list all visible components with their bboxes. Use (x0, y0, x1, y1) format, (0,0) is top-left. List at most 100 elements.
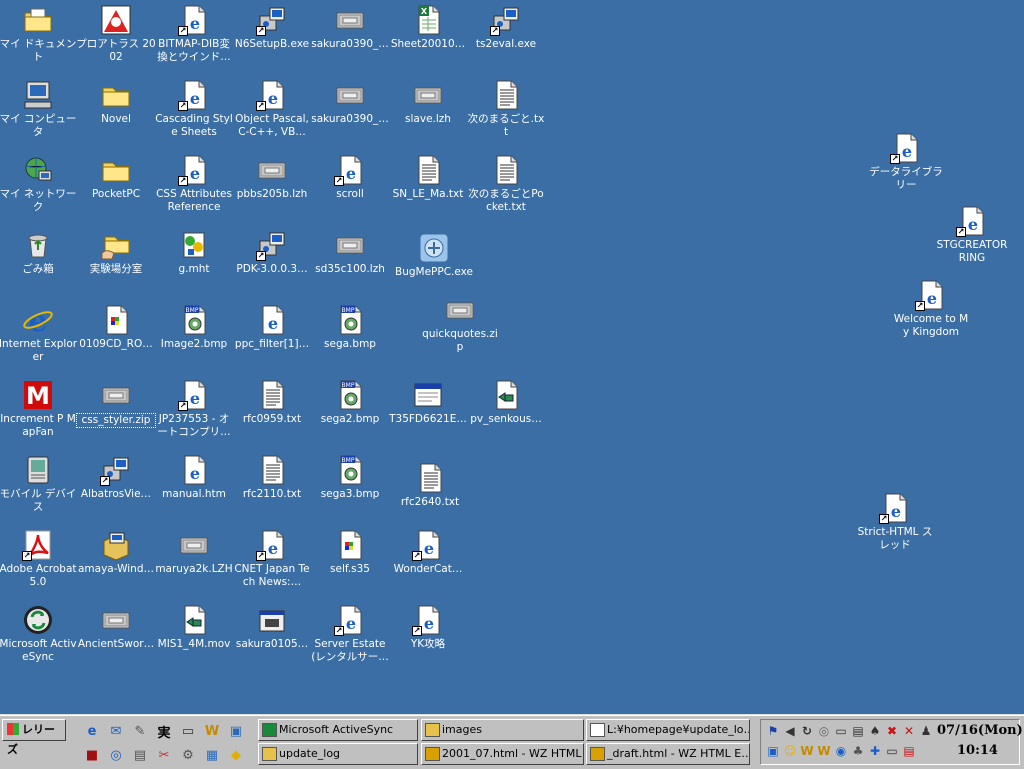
desktop-icon[interactable]: e ppc_filter[1]… (232, 302, 312, 351)
desktop-icon[interactable]: self.s35 (310, 527, 390, 576)
desktop-icon[interactable]: maruya2k.LZH (154, 527, 234, 576)
desktop-icon[interactable]: T35FD6621E… (388, 377, 468, 426)
image-tray-icon[interactable]: ▣ (765, 743, 781, 759)
start-button[interactable]: レリーズ (2, 719, 66, 756)
desktop-icon[interactable]: 次のまるごと.txt (466, 77, 546, 139)
taskbar-button[interactable]: update_log (258, 743, 418, 765)
book-icon[interactable]: ■ (83, 746, 101, 764)
desktop-icon[interactable]: ごみ箱 (0, 227, 78, 276)
taskbar-button[interactable]: _draft.html - WZ HTML E… (586, 743, 750, 765)
desktop-icon[interactable]: e Server Estate(レンタルサー… (310, 602, 390, 664)
desktop-icon[interactable]: e CSS Attributes Reference (154, 152, 234, 214)
desktop-icon[interactable]: PDK-3.0.0.3… (232, 227, 312, 276)
desktop-icon[interactable]: rfc2640.txt (390, 460, 470, 509)
close-x-icon[interactable]: ✖ (884, 723, 900, 739)
desktop-icon[interactable]: slave.lzh (388, 77, 468, 126)
taskbar-button[interactable]: L:¥homepage¥update_lo… (586, 719, 750, 741)
window-icon[interactable]: ▭ (179, 722, 197, 740)
desktop-icon[interactable]: モバイル デバイス (0, 452, 78, 514)
desktop-icon[interactable]: rfc0959.txt (232, 377, 312, 426)
desktop-icon[interactable]: e JP237553 - オートコンプリ… (154, 377, 234, 439)
desktop-icon[interactable]: SN_LE_Ma.txt (388, 152, 468, 201)
desktop-icon[interactable]: AncientSwor… (76, 602, 156, 651)
desktop-icon[interactable]: e Object Pascal, C-C++, VB… (232, 77, 312, 139)
network-tray-icon[interactable]: ↻ (799, 723, 815, 739)
desktop-icon[interactable]: マイ ドキュメント (0, 2, 78, 64)
wrench-icon[interactable]: ✕ (901, 723, 917, 739)
desktop-icon[interactable]: AlbatrosVie… (76, 452, 156, 501)
internet-explorer-icon[interactable]: e (83, 722, 101, 740)
hat-icon[interactable]: ♠ (867, 723, 883, 739)
settings-icon[interactable]: ⚙ (179, 746, 197, 764)
taskbar-button[interactable]: Microsoft ActiveSync (258, 719, 418, 741)
desktop-icon[interactable]: N6SetupB.exe (232, 2, 312, 51)
desktop-icon[interactable]: BMP sega.bmp (310, 302, 390, 351)
warning-icon[interactable]: ◆ (227, 746, 245, 764)
desktop-icon[interactable]: g.mht (154, 227, 234, 276)
desktop[interactable]: マイ ドキュメントプロアトラス 2002eBITMAP-DIB変換とウインド…N… (0, 0, 1024, 714)
desktop-icon[interactable]: MIS1_4M.mov (154, 602, 234, 651)
monitor-icon[interactable]: ▭ (833, 723, 849, 739)
window-tray-icon[interactable]: ▭ (884, 743, 900, 759)
wz-tray-icon[interactable]: W (799, 743, 815, 759)
desktop-icon[interactable]: BMP sega2.bmp (310, 377, 390, 426)
clock-time[interactable]: 10:14 (957, 743, 998, 758)
smiley-icon[interactable]: ☺ (782, 743, 798, 759)
kanji-tool-icon[interactable]: 実 (155, 722, 173, 741)
desktop-icon[interactable]: BugMePPC.exe (394, 230, 474, 279)
tray-flag-icon[interactable]: ⚑ (765, 723, 781, 739)
desktop-icon[interactable]: e Strict-HTML スレッド (855, 490, 935, 552)
outlook-icon[interactable]: ✉ (107, 722, 125, 740)
photo-icon[interactable]: ▦ (203, 746, 221, 764)
desktop-icon[interactable]: 0109CD_RO… (76, 302, 156, 351)
wz-tray-icon-2[interactable]: W (816, 743, 832, 759)
desktop-icon[interactable]: sakura0390_… (310, 77, 390, 126)
printer-error-icon[interactable]: ▤ (901, 743, 917, 759)
taskbar-button[interactable]: 2001_07.html - WZ HTML … (421, 743, 584, 765)
desktop-icon[interactable]: e manual.htm (154, 452, 234, 501)
desktop-icon[interactable]: e CNET Japan Tech News:… (232, 527, 312, 589)
disk-icon[interactable]: ◎ (816, 723, 832, 739)
desktop-icon[interactable]: e Cascading Style Sheets (154, 77, 234, 139)
desktop-icon[interactable]: e Welcome to My Kingdom (891, 277, 971, 339)
image-viewer-icon[interactable]: ▣ (227, 722, 245, 740)
notepad-icon[interactable]: ✎ (131, 722, 149, 740)
keyboard-icon[interactable]: ▤ (850, 723, 866, 739)
desktop-icon[interactable]: PocketPC (76, 152, 156, 201)
dog-icon[interactable]: ♣ (850, 743, 866, 759)
desktop-icon[interactable]: sakura0390_… (310, 2, 390, 51)
desktop-icon[interactable]: pv_senkous… (466, 377, 546, 426)
desktop-icon[interactable]: 次のまるごとPocket.txt (466, 152, 546, 214)
desktop-icon[interactable]: css_styler.zip (76, 377, 156, 428)
volume-icon[interactable]: ◀ (782, 723, 798, 739)
desktop-icon[interactable]: ts2eval.exe (466, 2, 546, 51)
document-icon[interactable]: ▤ (131, 746, 149, 764)
desktop-icon[interactable]: Novel (76, 77, 156, 126)
wz-editor-icon[interactable]: W (203, 722, 221, 740)
desktop-icon[interactable]: e YK攻略 (388, 602, 468, 651)
desktop-icon[interactable]: マイ コンピュータ (0, 77, 78, 139)
desktop-icon[interactable]: Adobe Acrobat 5.0 (0, 527, 78, 589)
desktop-icon[interactable]: amaya-Wind… (76, 527, 156, 576)
desktop-icon[interactable]: BMP sega3.bmp (310, 452, 390, 501)
tools-icon[interactable]: ✂ (155, 746, 173, 764)
desktop-icon[interactable]: マイ ネットワーク (0, 152, 78, 214)
eye-icon[interactable]: ◉ (833, 743, 849, 759)
desktop-icon[interactable]: rfc2110.txt (232, 452, 312, 501)
desktop-icon[interactable]: M Increment P MapFan (0, 377, 78, 439)
puzzle-icon[interactable]: ✚ (867, 743, 883, 759)
desktop-icon[interactable]: X Sheet20010… (388, 2, 468, 51)
desktop-icon[interactable]: e STGCREATOR RING (932, 203, 1012, 265)
desktop-icon[interactable]: Microsoft ActiveSync (0, 602, 78, 664)
desktop-icon[interactable]: e WonderCat… (388, 527, 468, 576)
desktop-icon[interactable]: sakura0105… (232, 602, 312, 651)
desktop-icon[interactable]: 実験場分室 (76, 227, 156, 276)
desktop-icon[interactable]: e BITMAP-DIB変換とウインド… (154, 2, 234, 64)
desktop-icon[interactable]: e データライブラリー (866, 130, 946, 192)
desktop-icon[interactable]: e Internet Explorer (0, 302, 78, 364)
desktop-icon[interactable]: pbbs205b.lzh (232, 152, 312, 201)
globe-icon[interactable]: ◎ (107, 746, 125, 764)
desktop-icon[interactable]: プロアトラス 2002 (76, 2, 156, 64)
desktop-icon[interactable]: e scroll (310, 152, 390, 201)
desktop-icon[interactable]: BMP Image2.bmp (154, 302, 234, 351)
